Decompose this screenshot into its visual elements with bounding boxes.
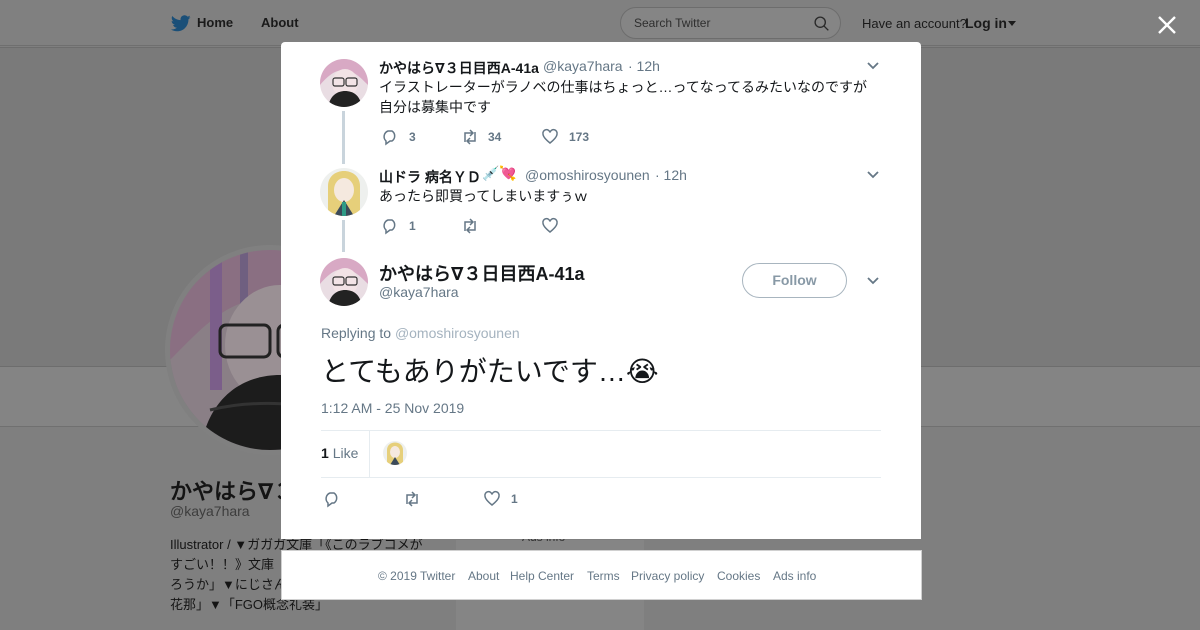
- tweet-author-handle[interactable]: @omoshirosyounen: [525, 167, 650, 183]
- reply-icon[interactable]: [381, 217, 399, 235]
- tweet-author-handle[interactable]: @kaya7hara: [543, 58, 623, 74]
- replying-to: Replying to @omoshirosyounen: [321, 325, 520, 341]
- tweet-author-emoji: 💉💘: [482, 165, 517, 181]
- likes-stat-label: Like: [332, 445, 359, 461]
- divider: [321, 430, 881, 431]
- footer-cookies-link[interactable]: Cookies: [717, 569, 760, 583]
- nav-home-link[interactable]: Home: [197, 15, 233, 30]
- avatar[interactable]: [320, 168, 368, 216]
- reply-count: 1: [409, 219, 416, 233]
- retweet-icon[interactable]: [403, 490, 421, 508]
- avatar[interactable]: [383, 441, 407, 465]
- close-icon[interactable]: [1155, 13, 1179, 37]
- main-tweet-timestamp[interactable]: 1:12 AM - 25 Nov 2019: [321, 400, 464, 416]
- divider: [321, 477, 881, 478]
- main-tweet-author-name[interactable]: かやはら∇３日目西A-41a: [379, 260, 585, 286]
- footer-terms-link[interactable]: Terms: [587, 569, 620, 583]
- footer-help-link[interactable]: Help Center: [510, 569, 574, 583]
- retweet-icon[interactable]: [461, 128, 479, 146]
- reply-icon[interactable]: [323, 490, 341, 508]
- chevron-down-icon[interactable]: [1008, 21, 1016, 26]
- tweet-time[interactable]: · 12h: [655, 167, 687, 183]
- chevron-down-icon[interactable]: [866, 170, 880, 180]
- search-placeholder: Search Twitter: [634, 16, 711, 30]
- reply-count: 3: [409, 130, 416, 144]
- retweet-count: 34: [488, 130, 502, 144]
- footer-about-link[interactable]: About: [468, 569, 499, 583]
- avatar[interactable]: [320, 59, 368, 107]
- avatar[interactable]: [320, 258, 368, 306]
- likes-stat[interactable]: 1 Like: [321, 445, 358, 461]
- heart-icon[interactable]: [483, 490, 501, 508]
- modal-footer: © 2019 Twitter About Help Center Terms P…: [281, 550, 922, 600]
- tweet-text: あったら即買ってしまいますぅｗ: [379, 188, 588, 204]
- replying-to-mention[interactable]: @omoshirosyounen: [395, 325, 520, 341]
- top-navigation-bar: Home About Search Twitter Have an accoun…: [0, 0, 1200, 46]
- twitter-bird-icon[interactable]: [171, 15, 191, 32]
- login-button[interactable]: Log in: [965, 15, 1007, 31]
- like-count: 1: [511, 492, 518, 506]
- tweet-time[interactable]: · 12h: [628, 58, 660, 74]
- thread-connector: [342, 220, 345, 252]
- replying-prefix: Replying to: [321, 325, 395, 341]
- tweet-text: イラストレーターがラノベの仕事はちょっと…ってなってるみたいなのですが 自分は募…: [379, 77, 879, 117]
- tweet-text-line: イラストレーターがラノベの仕事はちょっと…ってなってるみたいなのですが: [379, 79, 868, 95]
- tweet-text-line: 自分は募集中です: [379, 99, 491, 115]
- have-account-text: Have an account?: [862, 16, 967, 31]
- footer-copyright: © 2019 Twitter: [378, 569, 456, 583]
- footer-privacy-link[interactable]: Privacy policy: [631, 569, 704, 583]
- main-tweet-author-handle[interactable]: @kaya7hara: [379, 284, 459, 300]
- search-input[interactable]: Search Twitter: [620, 7, 841, 39]
- footer-ads-link[interactable]: Ads info: [773, 569, 816, 583]
- retweet-icon[interactable]: [461, 217, 479, 235]
- chevron-down-icon[interactable]: [866, 276, 880, 286]
- like-count: 173: [569, 130, 590, 144]
- search-icon[interactable]: [813, 15, 830, 32]
- reply-icon[interactable]: [381, 128, 399, 146]
- heart-icon[interactable]: [541, 217, 559, 235]
- main-tweet-text: とてもありがたいです…😭: [321, 356, 659, 387]
- profile-handle[interactable]: @kaya7hara: [170, 503, 250, 519]
- heart-icon[interactable]: [541, 128, 559, 146]
- tweet-author-name[interactable]: かやはら∇３日目西A-41a: [379, 58, 539, 78]
- nav-about-link[interactable]: About: [261, 15, 299, 30]
- tweet-author-name[interactable]: 山ドラ 病名ＹＤ: [379, 167, 481, 187]
- thread-connector: [342, 111, 345, 164]
- chevron-down-icon[interactable]: [866, 61, 880, 71]
- follow-button[interactable]: Follow: [742, 263, 847, 298]
- likes-stat-count: 1: [321, 445, 329, 461]
- divider: [369, 431, 370, 477]
